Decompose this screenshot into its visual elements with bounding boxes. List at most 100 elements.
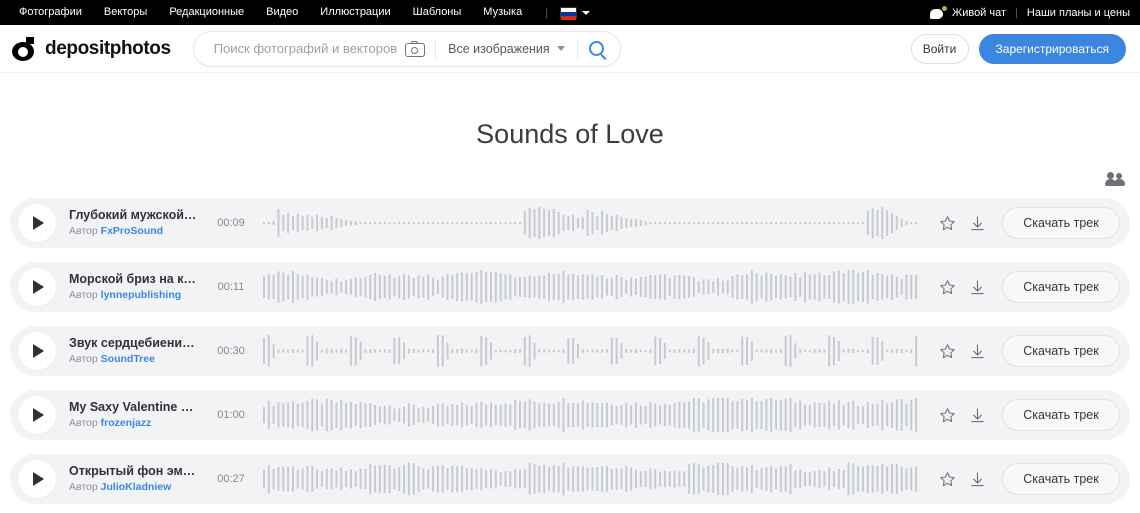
waveform-sparse-bursts[interactable] [263,203,920,243]
search-category-select[interactable]: Все изображения [436,42,577,56]
table-row[interactable]: Морской бриз на коже Автор lynnepublishi… [10,262,1130,312]
track-duration: 00:27 [217,473,245,485]
depositphotos-logo[interactable]: depositphotos [12,36,171,61]
live-chat-label: Живой чат [952,6,1007,19]
download-track-button[interactable]: Скачать трек [1002,335,1120,367]
plans-and-pricing-link[interactable]: Наши планы и цены [1027,7,1130,19]
search-input[interactable] [211,31,402,66]
star-icon [939,343,955,358]
chevron-down-icon [556,46,565,51]
table-row[interactable]: Звук сердцебиения … Автор SoundTree 00:3… [10,326,1130,376]
search-submit-button[interactable] [578,32,616,66]
search-category-label: Все изображения [448,41,550,56]
favorite-button[interactable] [932,336,962,366]
waveform-bars [263,335,918,367]
waveform-svg [263,462,918,496]
download-icon-button[interactable] [962,400,992,430]
top-bar-right-links: Живой чат | Наши планы и цены [930,5,1130,20]
topnav-photos[interactable]: Фотографии [8,0,93,25]
track-duration: 00:09 [217,217,245,229]
play-icon [33,280,44,294]
track-author: Автор lynnepublishing [69,288,199,302]
waveform-dense-blocks[interactable] [263,459,920,499]
table-row[interactable]: Глубокий мужской г… Автор FxProSound 00:… [10,198,1130,248]
author-prefix: Автор [69,481,98,493]
track-list: Глубокий мужской г… Автор FxProSound 00:… [0,198,1140,504]
author-prefix: Автор [69,353,98,365]
favorite-button[interactable] [932,464,962,494]
track-author: Автор SoundTree [69,352,199,366]
top-right-divider: | [1015,6,1018,19]
topnav-vectors[interactable]: Векторы [93,0,158,25]
play-button[interactable] [18,268,56,306]
waveform-bars [263,462,918,496]
top-nav-list: Фотографии Векторы Редакционные Видео Ил… [8,0,594,25]
track-author: Автор JulioKladniew [69,480,199,494]
page-title: Sounds of Love [476,119,664,149]
logo-text: depositphotos [45,37,171,59]
signup-button[interactable]: Зарегистрироваться [978,33,1126,64]
track-title[interactable]: Звук сердцебиения … [69,336,199,351]
waveform-svg [263,398,918,432]
russian-flag-icon [560,6,578,20]
waveform-bars [263,270,918,304]
track-author: Автор FxProSound [69,224,199,238]
track-title[interactable]: Морской бриз на коже [69,272,199,287]
table-row[interactable]: My Saxy Valentine S… Автор frozenjazz 01… [10,390,1130,440]
star-icon [939,471,955,486]
topnav-templates[interactable]: Шаблоны [402,0,473,25]
author-prefix: Автор [69,417,98,429]
download-icon [970,280,984,294]
login-button[interactable]: Войти [910,33,969,64]
favorite-button[interactable] [932,400,962,430]
download-track-button[interactable]: Скачать трек [1002,399,1120,431]
favorite-button[interactable] [932,272,962,302]
track-title[interactable]: My Saxy Valentine S… [69,400,199,415]
author-prefix: Автор [69,225,98,237]
track-title[interactable]: Открытый фон эмоц… [69,464,199,479]
waveform-bars [263,398,918,432]
site-header: depositphotos Все изображения Войти Заре… [0,25,1140,73]
download-track-button[interactable]: Скачать трек [1002,271,1120,303]
topnav-music[interactable]: Музыка [472,0,533,25]
play-button[interactable] [18,332,56,370]
star-icon [939,279,955,294]
download-icon-button[interactable] [962,336,992,366]
author-name[interactable]: JulioKladniew [101,481,172,493]
track-meta: My Saxy Valentine S… Автор frozenjazz [69,400,199,430]
table-row[interactable]: Открытый фон эмоц… Автор JulioKladniew 0… [10,454,1130,504]
author-prefix: Автор [69,289,98,301]
topnav-illustrations[interactable]: Иллюстрации [309,0,401,25]
live-chat-button[interactable]: Живой чат [930,5,1007,20]
author-name[interactable]: SoundTree [101,353,155,365]
download-track-button[interactable]: Скачать трек [1002,207,1120,239]
contributors-icon[interactable] [1105,171,1126,187]
track-title[interactable]: Глубокий мужской г… [69,208,199,223]
play-button[interactable] [18,204,56,242]
waveform-dense-varied[interactable] [263,395,920,435]
play-button[interactable] [18,396,56,434]
waveform-rhythmic-pulse[interactable] [263,331,920,371]
topnav-editorial[interactable]: Редакционные [158,0,255,25]
track-meta: Морской бриз на коже Автор lynnepublishi… [69,272,199,302]
topnav-divider: | [545,6,549,19]
topnav-video[interactable]: Видео [255,0,309,25]
author-name[interactable]: lynnepublishing [101,289,182,301]
language-selector[interactable] [556,6,594,20]
camera-logo-icon [12,36,38,61]
play-button[interactable] [18,460,56,498]
download-track-button[interactable]: Скачать трек [1002,463,1120,495]
author-name[interactable]: FxProSound [101,225,163,237]
download-icon-button[interactable] [962,464,992,494]
download-icon-button[interactable] [962,272,992,302]
waveform-dense-even[interactable] [263,267,920,307]
download-icon-button[interactable] [962,208,992,238]
waveform-svg [263,270,918,304]
author-name[interactable]: frozenjazz [101,417,152,429]
waveform-svg [263,207,918,239]
favorite-button[interactable] [932,208,962,238]
star-icon [939,215,955,230]
camera-search-icon[interactable] [405,40,426,57]
download-icon [970,408,984,422]
search-icon [589,41,605,56]
